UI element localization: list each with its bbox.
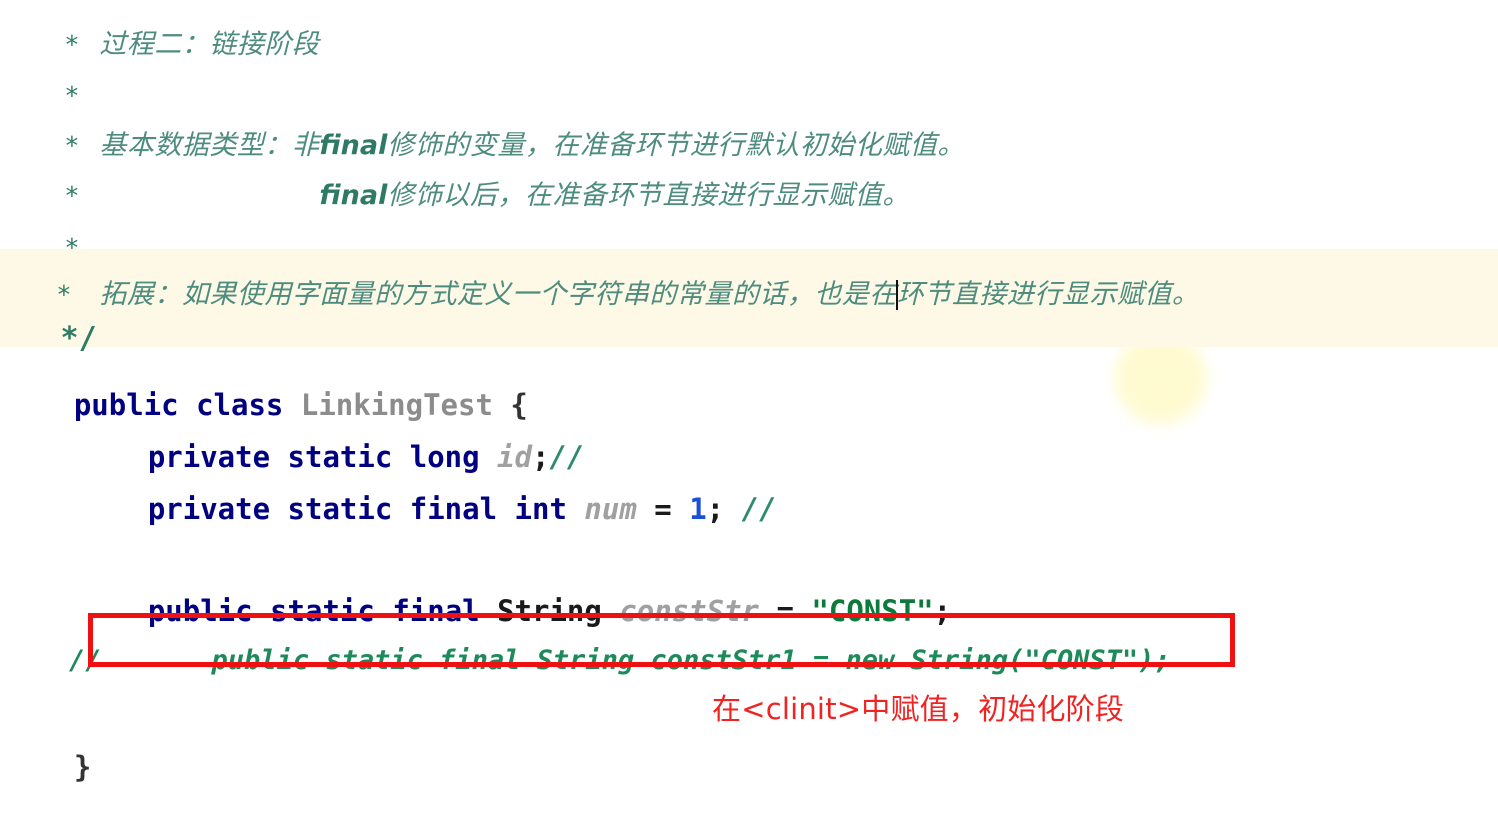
commented-code-text: public static final String constStr1 = n… [211, 645, 1171, 676]
literal-number-1: 1 [689, 492, 707, 526]
comment-line-7-prefix: 拓展：如果使用字面量的方式定义一个字符串的常量的话，也是在 [99, 279, 897, 310]
closing-brace-line[interactable]: } [0, 724, 1498, 811]
keyword-private: private [147, 492, 271, 526]
keyword-static: static [287, 492, 393, 526]
comment-asterisk: * [64, 181, 80, 210]
keyword-final: final [409, 492, 498, 526]
comment-line-7-suffix: 环节直接进行显示赋值。 [896, 279, 1200, 310]
red-annotation-note: 在<clinit>中赋值，初始化阶段 [712, 692, 1125, 726]
close-brace: } [73, 750, 92, 784]
type-int: int [514, 492, 567, 526]
code-editor-canvas[interactable]: * 过程二：链接阶段 * * 基本数据类型：非final修饰的变量，在准备环节进行默… [0, 0, 1498, 786]
assign-operator: = [654, 492, 672, 526]
comment-slashes: // [69, 645, 102, 676]
field-num-line[interactable]: private static final int num = 1; // [0, 466, 1498, 553]
semicolon: ; [706, 492, 725, 526]
comment-end-token: */ [60, 321, 97, 356]
comment-end-line: */ [0, 308, 1498, 370]
comment-asterisk: * [56, 280, 72, 309]
inline-comment: // [741, 492, 777, 526]
field-name-num: num [584, 492, 637, 526]
